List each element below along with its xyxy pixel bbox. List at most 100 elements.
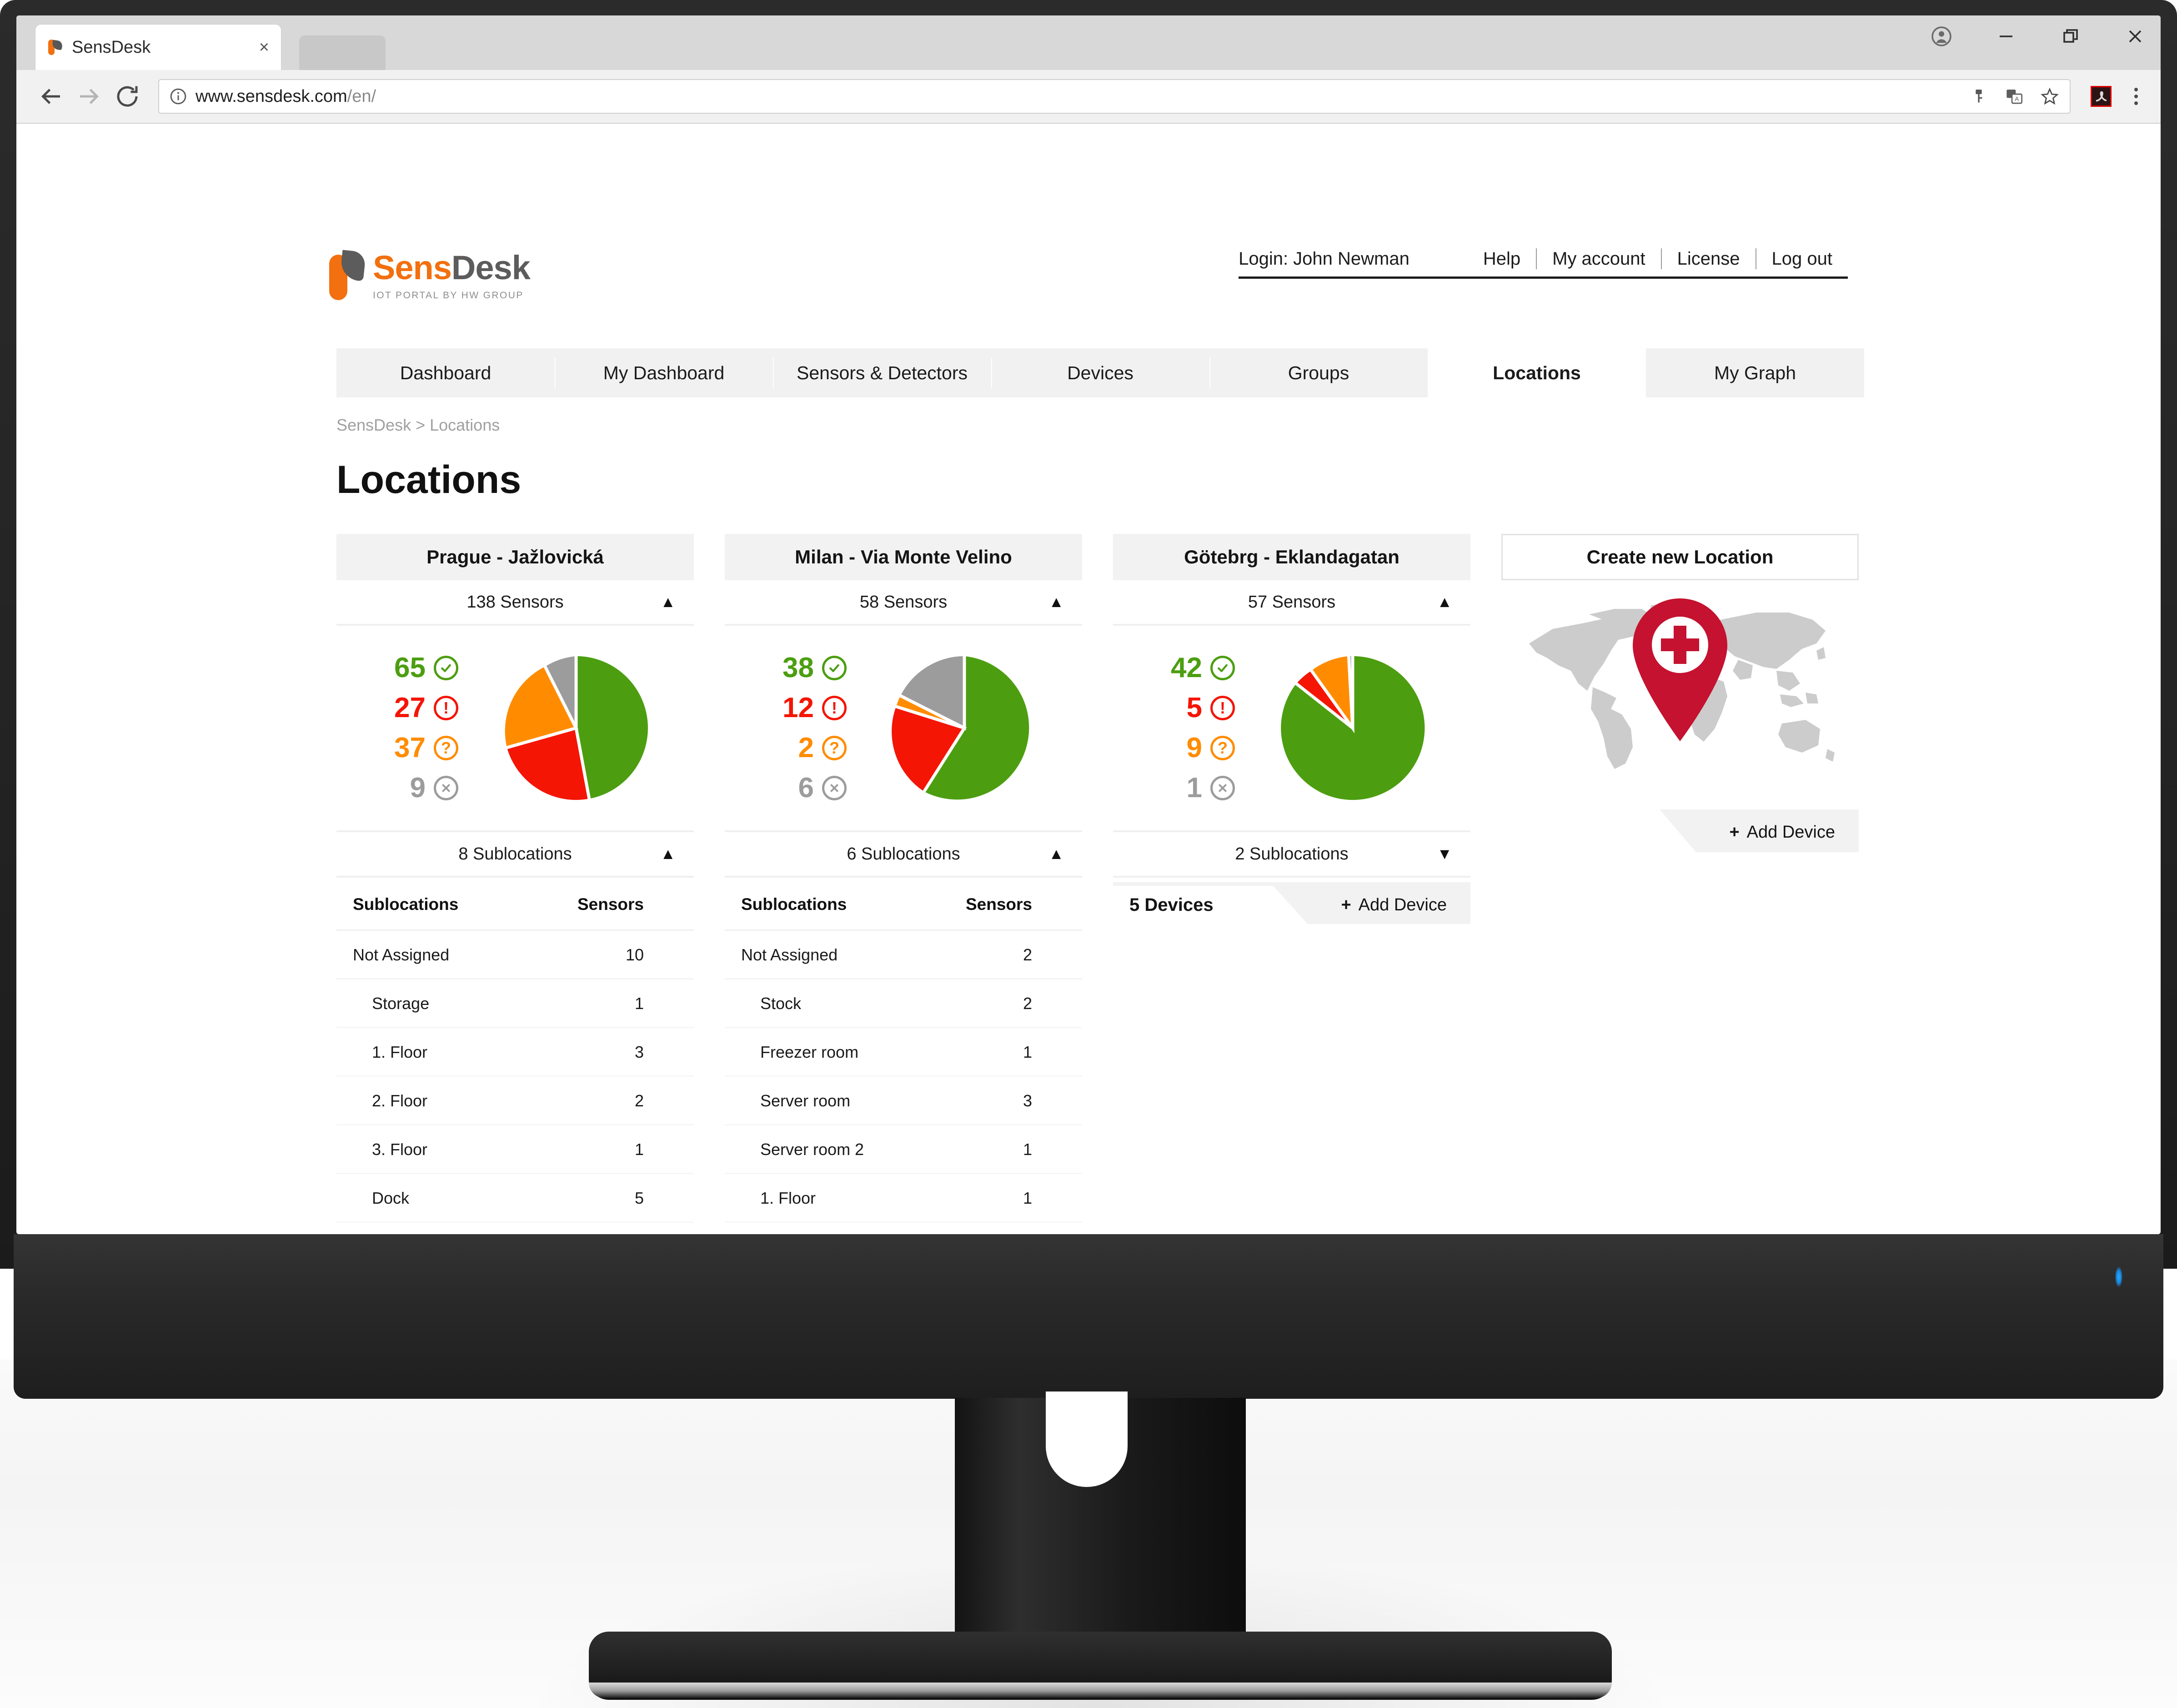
table-row[interactable]: Server room 3 [725,1076,1082,1125]
sensors-toggle[interactable]: 138 Sensors ▲ [336,580,694,626]
tab-my-dashboard[interactable]: My Dashboard [555,348,773,397]
tab-my-graph[interactable]: My Graph [1646,348,1864,397]
minimize-icon[interactable] [1993,24,2019,49]
sensors-toggle[interactable]: 57 Sensors ▲ [1113,580,1470,626]
status-legend: 65 27 ! 37 ? 9 [354,654,458,802]
status-ok-count: 42 [1171,652,1202,683]
log-out-link[interactable]: Log out [1756,249,1848,269]
tab-devices[interactable]: Devices [991,348,1209,397]
chevron-down-icon[interactable]: ▼ [1437,846,1452,862]
tab-groups[interactable]: Groups [1209,348,1428,397]
main-navigation-tabs: Dashboard My Dashboard Sensors & Detecto… [336,348,1864,397]
tab-sensors-detectors[interactable]: Sensors & Detectors [773,348,991,397]
sublocation-name: Freezer room [725,1027,908,1077]
profile-avatar-icon[interactable] [1929,24,1954,49]
sublocation-name: Storage [336,979,508,1028]
monitor-chin [14,1234,2163,1399]
add-device-button[interactable]: + Add Device [1341,882,1447,928]
restore-window-icon[interactable] [2058,24,2083,49]
back-arrow-icon[interactable] [32,77,70,116]
svg-text:A: A [2015,95,2019,102]
sublocation-name: Stock [725,979,908,1028]
plus-icon: + [1341,895,1351,914]
info-circle-icon[interactable] [169,87,187,105]
table-row[interactable]: Not Assigned 2 [725,930,1082,980]
browser-tab-sensdesk[interactable]: SensDesk × [35,25,281,70]
sublocation-sensors: 2 [908,979,1082,1028]
chevron-up-icon[interactable]: ▲ [1437,594,1452,610]
table-row[interactable]: Server room 21 [725,1125,1082,1174]
table-row[interactable]: Freezer room 1 [725,1027,1082,1077]
sublocations-table: Sublocations Sensors Not Assigned 10 Stor… [336,878,694,1234]
sensdesk-logo[interactable]: SensDesk IOT PORTAL BY HW GROUP [329,250,531,305]
table-row[interactable]: 3. Floor 1 [336,1125,694,1174]
check-circle-icon [434,656,458,680]
world-map-illustration [1501,580,1859,794]
table-row[interactable]: Dock 5 [336,1173,694,1223]
address-bar[interactable]: www.sensdesk.com/en/ A [158,79,2071,114]
status-alarm: 5 ! [1130,694,1235,722]
table-row[interactable]: Cabin1 [336,1222,694,1234]
table-row[interactable]: 2. Floor 2 [336,1076,694,1125]
browser-new-tab-button[interactable] [299,35,386,70]
question-circle-icon: ? [434,736,458,760]
table-header-row: Sublocations Sensors [336,878,694,931]
add-device-button[interactable]: + Add Device [1729,807,1835,858]
my-account-link[interactable]: My account [1537,249,1661,269]
breadcrumb[interactable]: SensDesk > Locations [336,416,500,435]
table-row[interactable]: 1. Floor 3 [336,1027,694,1077]
table-row[interactable]: Storage 1 [336,979,694,1028]
sublocations-toggle[interactable]: 6 Sublocations ▲ [725,830,1082,878]
sublocations-toggle[interactable]: 8 Sublocations ▲ [336,830,694,878]
status-unknown-count: 2 [798,732,814,764]
close-window-icon[interactable] [2122,24,2148,49]
map-pin-add-icon[interactable] [1625,595,1735,745]
plus-icon: + [1729,822,1740,842]
sublocations-toggle[interactable]: 2 Sublocations ▼ [1113,830,1470,878]
sensors-count-label: 58 Sensors [859,592,948,612]
sublocation-name: 1. Floor [725,1173,908,1223]
tab-locations[interactable]: Locations [1428,348,1646,397]
sensors-count-label: 138 Sensors [466,592,564,612]
add-device-label: Add Device [1746,822,1835,842]
location-card-prague: Prague - Jažlovická 138 Sensors ▲ 65 27 … [336,534,694,1234]
close-tab-icon[interactable]: × [259,39,269,56]
translate-icon[interactable]: A [2004,86,2024,106]
sensors-toggle[interactable]: 58 Sensors ▲ [725,580,1082,626]
reload-icon[interactable] [108,77,146,116]
location-card-title[interactable]: Götebrg - Eklandagatan [1113,534,1470,580]
sublocations-table: Sublocations Sensors Not Assigned 2 Stock… [725,878,1082,1234]
status-alarm-count: 27 [394,692,426,723]
location-card-title[interactable]: Milan - Via Monte Velino [725,534,1082,580]
location-card-title[interactable]: Prague - Jažlovická [336,534,694,580]
table-header-row: Sublocations Sensors [725,878,1082,931]
location-card-milan: Milan - Via Monte Velino 58 Sensors ▲ 38 [725,534,1082,1234]
table-row[interactable]: 2. Floor1 [725,1222,1082,1234]
table-row[interactable]: Not Assigned 10 [336,930,694,980]
sensor-status-pie-chart [847,651,1082,805]
sublocations-count-label: 8 Sublocations [458,844,572,864]
status-ok: 38 [742,654,847,682]
devices-count-label: 5 Devices [1129,894,1214,915]
sublocation-name: 2. Floor [336,1076,508,1125]
sublocation-sensors: 1 [908,1222,1082,1234]
browser-tab-title: SensDesk [72,37,151,57]
chevron-up-icon[interactable]: ▲ [660,846,676,862]
star-icon[interactable] [2040,86,2060,106]
chevron-up-icon[interactable]: ▲ [660,594,676,610]
chevron-up-icon[interactable]: ▲ [1048,846,1064,862]
pdf-extension-icon[interactable] [2091,86,2112,107]
sensor-status-pie-chart [1235,651,1470,805]
table-row[interactable]: 1. Floor 1 [725,1173,1082,1223]
chevron-up-icon[interactable]: ▲ [1048,594,1064,610]
status-legend: 38 12 ! 2 ? 6 [742,654,847,802]
table-row[interactable]: Stock 2 [725,979,1082,1028]
password-key-icon[interactable] [1969,86,1989,106]
tab-dashboard[interactable]: Dashboard [336,348,555,397]
help-link[interactable]: Help [1468,249,1536,269]
status-legend: 42 5 ! 9 ? 1 [1130,654,1235,802]
sublocation-sensors: 1 [908,1125,1082,1174]
create-new-location-button[interactable]: Create new Location [1501,534,1859,580]
three-dots-menu-icon[interactable] [2127,84,2145,109]
license-link[interactable]: License [1662,249,1756,269]
